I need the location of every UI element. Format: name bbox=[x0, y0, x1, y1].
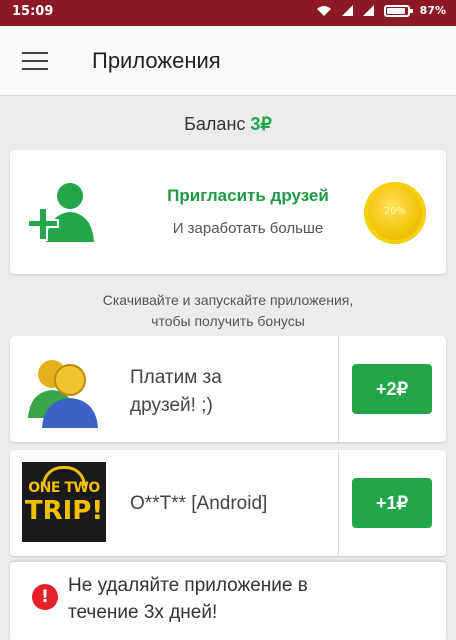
offer-card-onetwotrip[interactable]: ONE TWO TRIP! O**T** [Android] +1₽ bbox=[10, 450, 446, 556]
battery-icon bbox=[383, 4, 413, 17]
offer-label-line-1: Платим за bbox=[130, 367, 222, 388]
invite-friends-card[interactable]: Пригласить друзей И заработать больше 20… bbox=[10, 150, 446, 274]
coin-icon: 20% bbox=[364, 182, 426, 244]
onetwotrip-logo: ONE TWO TRIP! bbox=[22, 462, 106, 542]
app-bar: Приложения bbox=[0, 26, 456, 96]
logo-line-1: ONE TWO bbox=[28, 480, 100, 496]
hint-line-1: Скачивайте и запускайте приложения, bbox=[102, 292, 354, 308]
toast-text: Не удаляйте приложение в течение 3х дней… bbox=[68, 572, 308, 626]
status-time: 15:09 bbox=[12, 4, 54, 19]
status-bar: 15:09 87% bbox=[0, 0, 456, 26]
toast-line-2: течение 3х дней! bbox=[68, 602, 218, 623]
hint-text: Скачивайте и запускайте приложения, чтоб… bbox=[0, 290, 456, 332]
divider bbox=[338, 450, 339, 556]
page-title: Приложения bbox=[92, 48, 221, 73]
wifi-icon bbox=[316, 5, 331, 16]
reward-button[interactable]: +2₽ bbox=[352, 364, 432, 414]
alert-icon: ! bbox=[32, 584, 58, 610]
coin-text: 20% bbox=[383, 206, 407, 217]
divider bbox=[338, 336, 339, 442]
toast-line-1: Не удаляйте приложение в bbox=[68, 575, 308, 596]
status-icons: 87% bbox=[316, 4, 446, 17]
reward-button[interactable]: +1₽ bbox=[352, 478, 432, 528]
balance: Баланс 3₽ bbox=[0, 114, 456, 135]
balance-label: Баланс bbox=[184, 114, 246, 134]
warning-toast: ! Не удаляйте приложение в течение 3х дн… bbox=[10, 562, 446, 640]
offer-card-friends[interactable]: Платим за друзей! ;) +2₽ bbox=[10, 336, 446, 442]
battery-level: 87% bbox=[419, 4, 446, 17]
signal-icon bbox=[341, 5, 353, 16]
signal-icon-2 bbox=[362, 5, 374, 16]
balance-amount: 3₽ bbox=[250, 114, 272, 134]
hint-line-2: чтобы получить бонусы bbox=[151, 313, 305, 329]
offer-label: Платим за друзей! ;) bbox=[130, 364, 330, 420]
logo-line-2: TRIP! bbox=[24, 496, 104, 526]
offer-label: O**T** [Android] bbox=[130, 493, 268, 514]
offer-label-line-2: друзей! ;) bbox=[130, 395, 213, 416]
friends-icon bbox=[28, 360, 98, 428]
menu-icon[interactable] bbox=[22, 52, 48, 72]
